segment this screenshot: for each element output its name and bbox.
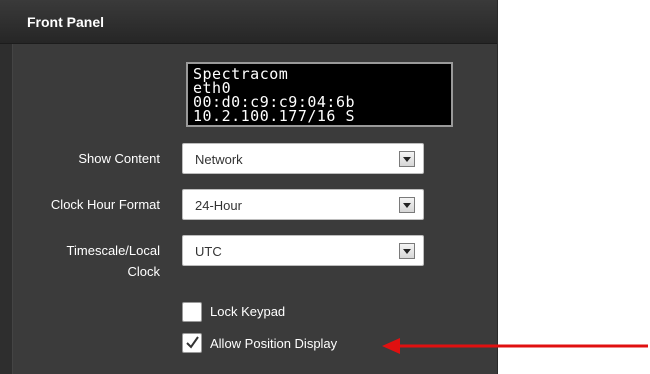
show-content-select[interactable]: Network bbox=[182, 143, 424, 174]
window-title: Front Panel bbox=[27, 14, 105, 30]
allow-position-display-checkbox[interactable] bbox=[182, 333, 202, 353]
title-bar: Front Panel bbox=[0, 0, 497, 44]
clock-hour-format-label: Clock Hour Format bbox=[50, 197, 160, 212]
timescale-select[interactable]: UTC bbox=[182, 235, 424, 266]
allow-position-display-label: Allow Position Display bbox=[210, 336, 338, 351]
chevron-down-icon[interactable] bbox=[399, 243, 415, 259]
lcd-line-1: Spectracom bbox=[193, 65, 289, 83]
chevron-down-icon[interactable] bbox=[399, 151, 415, 167]
front-panel-window: Front Panel Spectracom eth0 00:d0:c9:c9:… bbox=[0, 0, 498, 374]
lock-keypad-label: Lock Keypad bbox=[210, 304, 286, 319]
lock-keypad-checkbox[interactable] bbox=[182, 302, 202, 322]
clock-hour-format-select[interactable]: 24-Hour bbox=[182, 189, 424, 220]
lcd-display: Spectracom eth0 00:d0:c9:c9:04:6b 10.2.1… bbox=[186, 62, 453, 127]
chevron-down-icon[interactable] bbox=[399, 197, 415, 213]
timescale-label-line1: Timescale/Local bbox=[66, 243, 160, 258]
show-content-label: Show Content bbox=[78, 151, 160, 166]
checkmark-icon bbox=[186, 336, 199, 349]
lcd-line-4: 10.2.100.177/16 S bbox=[193, 107, 356, 125]
clock-hour-format-value: 24-Hour bbox=[195, 198, 242, 213]
timescale-label-line2: Clock bbox=[127, 264, 160, 279]
arrow-left-icon bbox=[382, 338, 648, 354]
timescale-value: UTC bbox=[195, 244, 222, 259]
show-content-value: Network bbox=[195, 152, 243, 167]
